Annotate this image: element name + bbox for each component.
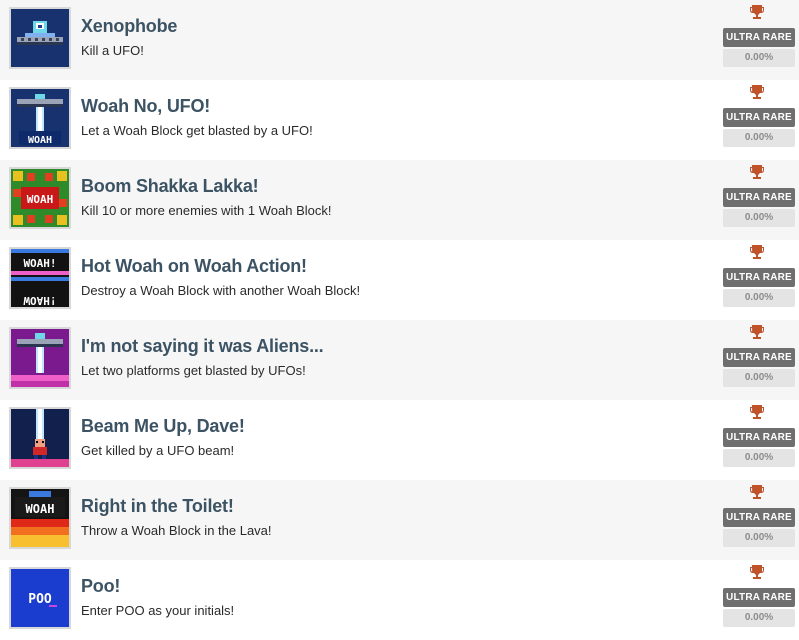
- achievement-row: WOAH Woah No, UFO! Let a Woah Block get …: [0, 80, 799, 160]
- achievement-row: Beam Me Up, Dave! Get killed by a UFO be…: [0, 400, 799, 480]
- unlock-percent: 0.00%: [723, 209, 795, 227]
- woah-block-enemies-icon: WOAH: [9, 167, 71, 229]
- woah-lava-icon: WOAH: [9, 487, 71, 549]
- woah-on-woah-icon: WOAH! WOAH!: [9, 247, 71, 309]
- trophy-icon: [750, 485, 764, 499]
- unlock-percent: 0.00%: [723, 289, 795, 307]
- unlock-percent: 0.00%: [723, 369, 795, 387]
- unlock-percent: 0.00%: [723, 609, 795, 627]
- achievement-row: WOAH Right in the Toilet! Throw a Woah B…: [0, 480, 799, 560]
- achievement-title: Beam Me Up, Dave!: [81, 416, 245, 436]
- icon-text: WOAH: [28, 135, 52, 146]
- achievement-description: Kill 10 or more enemies with 1 Woah Bloc…: [81, 203, 332, 218]
- achievement-row: I'm not saying it was Aliens... Let two …: [0, 320, 799, 400]
- rarity-badge: ULTRA RARE: [723, 588, 795, 607]
- achievement-description: Let two platforms get blasted by UFOs!: [81, 363, 306, 378]
- icon-text: WOAH: [26, 502, 55, 516]
- achievement-list: Xenophobe Kill a UFO! ULTRA RARE 0.00% W…: [0, 0, 799, 640]
- ufo-platform-icon: [9, 327, 71, 389]
- achievement-description: Let a Woah Block get blasted by a UFO!: [81, 123, 313, 138]
- achievement-row: Xenophobe Kill a UFO! ULTRA RARE 0.00%: [0, 0, 799, 80]
- trophy-icon: [750, 5, 764, 19]
- rarity-badge: ULTRA RARE: [723, 348, 795, 367]
- achievement-row: POO Poo! Enter POO as your initials! ULT…: [0, 560, 799, 640]
- achievement-row: WOAH Boom Shakka Lakka! Kill 10 or more …: [0, 160, 799, 240]
- achievement-title: Woah No, UFO!: [81, 96, 211, 116]
- trophy-icon: [750, 325, 764, 339]
- achievement-description: Throw a Woah Block in the Lava!: [81, 523, 272, 538]
- unlock-percent: 0.00%: [723, 529, 795, 547]
- unlock-percent: 0.00%: [723, 129, 795, 147]
- achievement-title: Hot Woah on Woah Action!: [81, 256, 307, 276]
- achievement-title: Boom Shakka Lakka!: [81, 176, 259, 196]
- achievement-description: Enter POO as your initials!: [81, 603, 235, 618]
- trophy-icon: [750, 565, 764, 579]
- trophy-icon: [750, 245, 764, 259]
- achievement-row: WOAH! WOAH! Hot Woah on Woah Action! Des…: [0, 240, 799, 320]
- rarity-badge: ULTRA RARE: [723, 28, 795, 47]
- achievement-title: I'm not saying it was Aliens...: [81, 336, 324, 356]
- icon-text-mirrored: WOAH!: [23, 294, 56, 307]
- beam-me-up-icon: [9, 407, 71, 469]
- achievement-description: Get killed by a UFO beam!: [81, 443, 235, 458]
- achievement-title: Xenophobe: [81, 16, 178, 36]
- ufo-beam-woah-icon: WOAH: [9, 87, 71, 149]
- rarity-badge: ULTRA RARE: [723, 508, 795, 527]
- icon-text: POO: [28, 592, 52, 607]
- ufo-icon: [9, 7, 71, 69]
- rarity-badge: ULTRA RARE: [723, 188, 795, 207]
- unlock-percent: 0.00%: [723, 449, 795, 467]
- achievement-title: Poo!: [81, 576, 121, 596]
- rarity-badge: ULTRA RARE: [723, 428, 795, 447]
- achievement-title: Right in the Toilet!: [81, 496, 234, 516]
- rarity-badge: ULTRA RARE: [723, 268, 795, 287]
- achievement-description: Kill a UFO!: [81, 43, 144, 58]
- unlock-percent: 0.00%: [723, 49, 795, 67]
- icon-text: WOAH: [27, 193, 54, 206]
- trophy-icon: [750, 165, 764, 179]
- rarity-badge: ULTRA RARE: [723, 108, 795, 127]
- icon-text: WOAH!: [23, 257, 56, 270]
- trophy-icon: [750, 405, 764, 419]
- poo-initials-icon: POO: [9, 567, 71, 629]
- trophy-icon: [750, 85, 764, 99]
- achievement-description: Destroy a Woah Block with another Woah B…: [81, 283, 361, 298]
